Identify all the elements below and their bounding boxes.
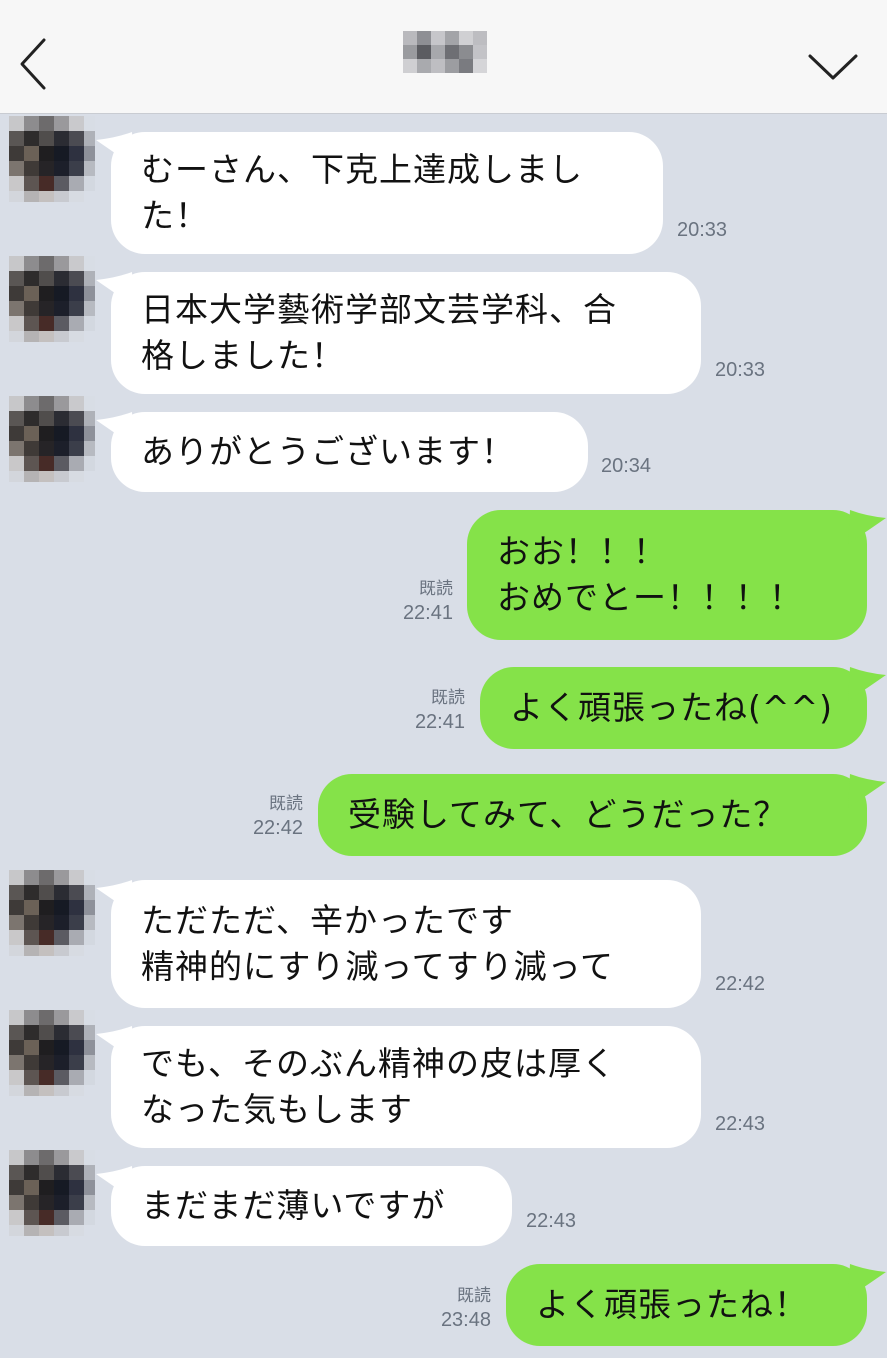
message-meta: 既読 22:41 — [372, 687, 465, 735]
message-text: よく頑張ったね(^^) — [510, 688, 834, 727]
chat-title-obscured — [403, 31, 487, 73]
sender-avatar[interactable] — [9, 396, 95, 482]
read-receipt: 既読 — [431, 688, 465, 707]
message-time: 22:41 — [414, 711, 465, 733]
message-time: 22:42 — [252, 817, 303, 839]
menu-toggle-button[interactable] — [807, 46, 859, 86]
message-meta: 既読 22:41 — [360, 578, 453, 626]
message-time: 23:48 — [440, 1309, 491, 1331]
message-time: 20:33 — [677, 219, 728, 241]
message-text: 受験してみて、どうだった？ — [348, 795, 788, 834]
chat-header — [0, 0, 887, 114]
message-text: ありがとうございます！ — [141, 432, 515, 471]
message-bubble-outgoing[interactable]: よく頑張ったね(^^) — [480, 667, 867, 749]
message-bubble-incoming[interactable]: まだまだ薄いですが — [111, 1166, 512, 1246]
message-time: 22:42 — [715, 973, 766, 995]
message-bubble-incoming[interactable]: ありがとうございます！ — [111, 412, 588, 492]
message-bubble-incoming[interactable]: 日本大学藝術学部文芸学科、合 格しました！ — [111, 272, 701, 394]
message-time: 22:43 — [715, 1113, 766, 1135]
message-meta: 既読 23:48 — [398, 1285, 491, 1333]
sender-avatar[interactable] — [9, 870, 95, 956]
message-time: 22:41 — [402, 602, 453, 624]
chevron-down-icon — [808, 54, 858, 80]
message-text: まだまだ薄いですが — [141, 1186, 446, 1225]
read-receipt: 既読 — [269, 794, 303, 813]
message-time: 20:33 — [715, 359, 766, 381]
message-text: ただただ、辛かったです 精神的にすり減ってすり減って — [141, 901, 615, 986]
message-text: 日本大学藝術学部文芸学科、合 格しました！ — [141, 290, 617, 375]
bubble-tail — [848, 774, 886, 808]
message-time: 22:43 — [526, 1210, 577, 1232]
sender-avatar[interactable] — [9, 116, 95, 202]
back-button[interactable] — [14, 36, 54, 92]
bubble-tail — [848, 1264, 886, 1298]
message-bubble-outgoing[interactable]: おお！！！ おめでとー！！！！ — [467, 510, 867, 640]
message-bubble-outgoing[interactable]: よく頑張ったね！ — [506, 1264, 867, 1346]
message-bubble-incoming[interactable]: むーさん、下克上達成しまし た！ — [111, 132, 663, 254]
message-bubble-outgoing[interactable]: 受験してみて、どうだった？ — [318, 774, 867, 856]
sender-avatar[interactable] — [9, 1150, 95, 1236]
message-time: 20:34 — [601, 455, 652, 477]
sender-avatar[interactable] — [9, 1010, 95, 1096]
message-list[interactable]: むーさん、下克上達成しまし た！ 20:33 日本大学藝術学部文芸学科、合 格し… — [0, 113, 887, 1358]
message-text: おお！！！ おめでとー！！！！ — [497, 532, 803, 617]
message-bubble-incoming[interactable]: ただただ、辛かったです 精神的にすり減ってすり減って — [111, 880, 701, 1008]
message-text: よく頑張ったね！ — [536, 1285, 808, 1324]
message-text: でも、そのぶん精神の皮は厚く なった気もします — [141, 1044, 617, 1129]
bubble-tail — [848, 667, 886, 701]
bubble-tail — [848, 510, 886, 544]
chevron-left-icon — [20, 38, 46, 90]
read-receipt: 既読 — [457, 1286, 491, 1305]
read-receipt: 既読 — [419, 579, 453, 598]
message-bubble-incoming[interactable]: でも、そのぶん精神の皮は厚く なった気もします — [111, 1026, 701, 1148]
message-text: むーさん、下克上達成しまし た！ — [141, 150, 583, 235]
sender-avatar[interactable] — [9, 256, 95, 342]
message-meta: 既読 22:42 — [210, 793, 303, 841]
